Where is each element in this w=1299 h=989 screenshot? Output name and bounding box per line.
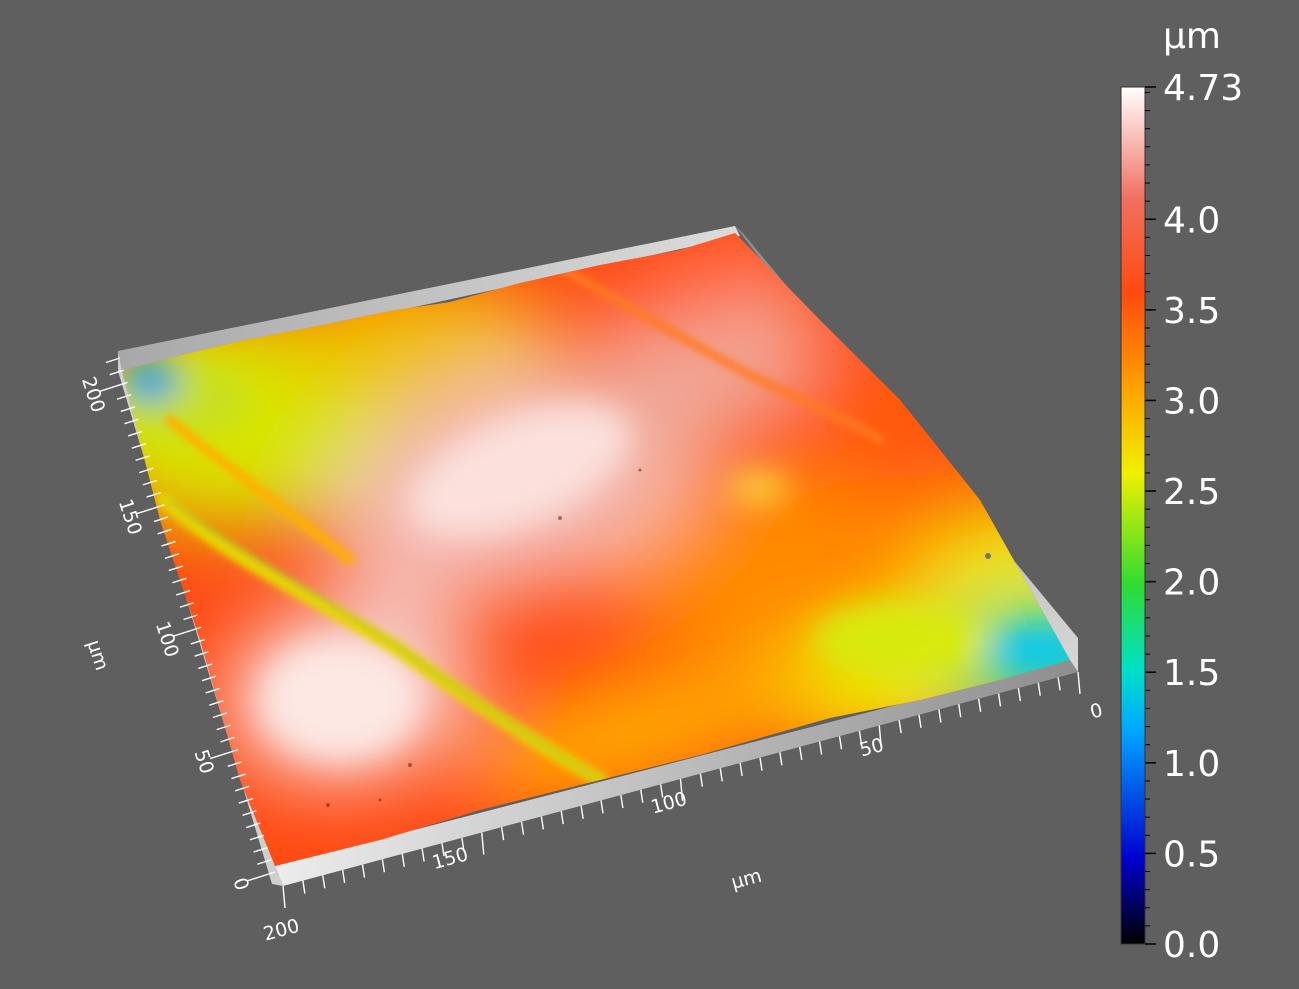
colorbar-gradient xyxy=(1120,86,1146,945)
y-axis-unit-label: µm xyxy=(83,637,113,673)
colorbar: 4.73 4.0 3.5 3.0 2.5 2.0 1.5 1.0 0.5 0.0 µm xyxy=(1120,16,1243,966)
x-axis-tick-label: 50 xyxy=(857,734,886,762)
x-axis-minor-tick xyxy=(302,880,306,894)
colorbar-minor-ticks xyxy=(1145,91,1150,945)
x-axis-minor-tick xyxy=(779,752,783,766)
x-axis-minor-tick xyxy=(997,693,1002,707)
colorbar-unit-label: µm xyxy=(1163,16,1221,57)
x-axis-minor-tick xyxy=(341,869,346,884)
y-axis-tick-label: 150 xyxy=(114,496,146,537)
x-axis-minor-tick xyxy=(620,794,624,809)
colorbar-tick-label: 2.0 xyxy=(1163,563,1220,604)
x-axis-minor-tick xyxy=(759,757,763,771)
colorbar-tick-label: 1.0 xyxy=(1163,744,1220,785)
x-axis-minor-tick xyxy=(381,859,386,873)
x-axis-major-tick xyxy=(282,885,286,909)
x-axis-minor-tick xyxy=(799,746,803,761)
x-axis-unit-label: µm xyxy=(729,865,764,894)
colorbar-tick-label: 0.5 xyxy=(1163,834,1220,875)
x-axis-major-tick xyxy=(1077,671,1081,695)
x-axis-minor-tick xyxy=(1017,687,1022,702)
x-axis-tick-label: 150 xyxy=(430,843,471,874)
x-axis-minor-tick xyxy=(640,789,644,803)
x-axis-minor-tick xyxy=(540,816,545,830)
x-axis-minor-tick xyxy=(938,709,942,723)
x-axis-minor-tick xyxy=(580,805,584,819)
colorbar-tick-label: 4.0 xyxy=(1163,200,1220,241)
colorbar-tick-label: 3.5 xyxy=(1163,291,1220,332)
x-axis-minor-tick xyxy=(898,720,902,734)
x-axis-minor-tick xyxy=(977,698,982,712)
x-axis-minor-tick xyxy=(1057,677,1061,691)
y-axis-tick-label: 50 xyxy=(190,747,218,777)
x-axis-minor-tick xyxy=(699,773,704,787)
colorbar-tick-label: 1.5 xyxy=(1163,653,1220,694)
y-axis-tick-label: 0 xyxy=(228,875,253,893)
x-axis-minor-tick xyxy=(958,703,962,718)
x-axis-minor-tick xyxy=(322,875,326,889)
x-axis-minor-tick xyxy=(739,762,743,777)
colorbar-tick-label: 0.0 xyxy=(1163,925,1220,966)
x-axis-minor-tick xyxy=(838,736,843,750)
x-axis-major-tick xyxy=(481,832,485,855)
x-axis-minor-tick xyxy=(818,741,823,755)
x-axis-minor-tick xyxy=(401,853,405,868)
colorbar-tick-label: 4.73 xyxy=(1163,68,1243,109)
x-axis-minor-tick xyxy=(600,800,604,814)
x-axis-minor-tick xyxy=(520,821,525,835)
y-axis-minor-tick xyxy=(105,357,121,364)
x-axis-tick-label: 200 xyxy=(261,915,302,946)
colorbar-tick-label: 2.5 xyxy=(1163,472,1220,513)
surface-plot-figure: 0 50 100 150 200 0 50 100 150 200 µm µm 4.73 4.0 3… xyxy=(77,16,1243,966)
x-axis-minor-tick xyxy=(421,848,425,862)
colorbar-tick-label: 3.0 xyxy=(1163,381,1220,422)
x-axis-minor-tick xyxy=(361,864,366,878)
colorbar-ticks: 4.73 4.0 3.5 3.0 2.5 2.0 1.5 1.0 0.5 0.0 xyxy=(1145,68,1243,966)
x-axis-minor-tick xyxy=(719,768,723,782)
y-axis-tick-label: 100 xyxy=(151,619,183,660)
x-axis-minor-tick xyxy=(500,827,505,841)
x-axis-minor-tick xyxy=(918,714,922,728)
x-axis-tick-label: 100 xyxy=(649,788,690,819)
x-axis-minor-tick xyxy=(1037,682,1041,696)
x-axis-minor-tick xyxy=(560,810,564,825)
y-axis-tick-label: 200 xyxy=(77,374,109,415)
x-axis-tick-label: 0 xyxy=(1088,699,1105,723)
